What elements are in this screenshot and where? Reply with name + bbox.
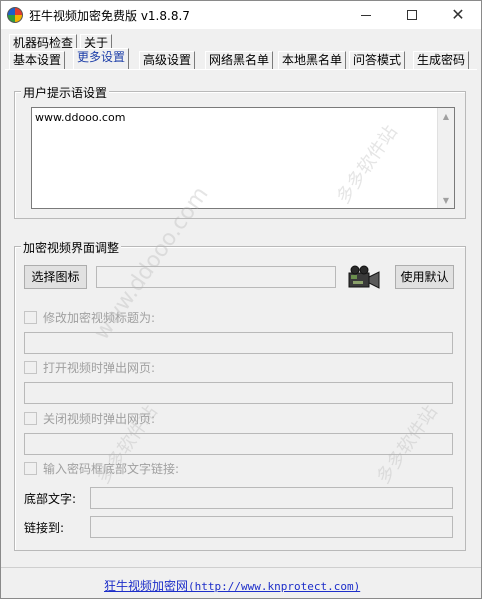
- scroll-down-icon[interactable]: ▼: [438, 192, 454, 208]
- close-popup-checkbox[interactable]: [24, 411, 37, 425]
- use-default-button[interactable]: 使用默认: [395, 265, 454, 289]
- title-bar: 狂牛视频加密免费版 v1.8.8.7 ✕: [1, 1, 481, 29]
- textarea-scrollbar[interactable]: ▲ ▼: [437, 108, 454, 208]
- scroll-up-icon[interactable]: ▲: [438, 108, 454, 124]
- app-logo-icon: [7, 7, 23, 23]
- close-icon: ✕: [451, 5, 465, 24]
- status-divider: [1, 567, 481, 568]
- footer-text-field[interactable]: [90, 487, 453, 509]
- tab-machine-code[interactable]: 机器码检查: [9, 34, 78, 52]
- website-link-url: (http://www.knprotect.com): [188, 580, 361, 593]
- footer-text-label: 底部文字:: [24, 492, 77, 506]
- tab-more-settings[interactable]: 更多设置: [73, 48, 130, 70]
- tab-generate-password[interactable]: 生成密码: [413, 51, 470, 69]
- maximize-button[interactable]: [389, 1, 435, 29]
- close-popup-url-field[interactable]: [24, 433, 453, 455]
- user-prompt-textarea[interactable]: www.ddooo.com ▲ ▼: [31, 107, 455, 209]
- minimize-button[interactable]: [343, 1, 389, 29]
- tab-local-blacklist[interactable]: 本地黑名单: [278, 51, 347, 69]
- video-camera-icon: [348, 265, 380, 289]
- close-popup-label: 关闭视频时弹出网页:: [43, 411, 156, 426]
- icon-path-input[interactable]: [96, 266, 336, 288]
- change-title-label: 修改加密视频标题为:: [43, 310, 156, 325]
- open-popup-checkbox[interactable]: [24, 360, 37, 374]
- footer-link-option[interactable]: 输入密码框底部文字链接:: [24, 460, 179, 476]
- tab-basic-settings[interactable]: 基本设置: [9, 51, 66, 69]
- tab-panel-border: [5, 69, 477, 70]
- open-popup-option[interactable]: 打开视频时弹出网页:: [24, 359, 155, 375]
- open-popup-url-field[interactable]: [24, 382, 453, 404]
- maximize-icon: [407, 10, 417, 20]
- link-to-label: 链接到:: [24, 521, 65, 535]
- user-prompt-group-title: 用户提示语设置: [21, 84, 110, 101]
- close-button[interactable]: ✕: [435, 1, 481, 29]
- user-prompt-text: www.ddooo.com: [35, 111, 126, 124]
- window-title: 狂牛视频加密免费版 v1.8.8.7: [29, 9, 190, 23]
- minimize-icon: [361, 14, 371, 16]
- choose-icon-button[interactable]: 选择图标: [24, 265, 87, 289]
- change-title-checkbox[interactable]: [24, 310, 37, 324]
- app-window: 狂牛视频加密免费版 v1.8.8.7 ✕ 机器码检查 关于 基本设置 更多设置 …: [0, 0, 482, 599]
- open-popup-label: 打开视频时弹出网页:: [43, 360, 156, 375]
- tab-qa-mode[interactable]: 问答模式: [349, 51, 406, 69]
- video-title-field[interactable]: [24, 332, 453, 354]
- website-link-name: 狂牛视频加密网: [104, 579, 189, 593]
- change-title-option[interactable]: 修改加密视频标题为:: [24, 309, 155, 325]
- tab-advanced-settings[interactable]: 高级设置: [139, 51, 196, 69]
- website-link[interactable]: 狂牛视频加密网(http://www.knprotect.com): [104, 577, 360, 594]
- footer-link-checkbox[interactable]: [24, 461, 37, 475]
- footer-link-label: 输入密码框底部文字链接:: [43, 461, 180, 476]
- tab-network-blacklist[interactable]: 网络黑名单: [205, 51, 274, 69]
- close-popup-option[interactable]: 关闭视频时弹出网页:: [24, 410, 155, 426]
- player-ui-group-title: 加密视频界面调整: [21, 239, 122, 256]
- link-to-field[interactable]: [90, 516, 453, 538]
